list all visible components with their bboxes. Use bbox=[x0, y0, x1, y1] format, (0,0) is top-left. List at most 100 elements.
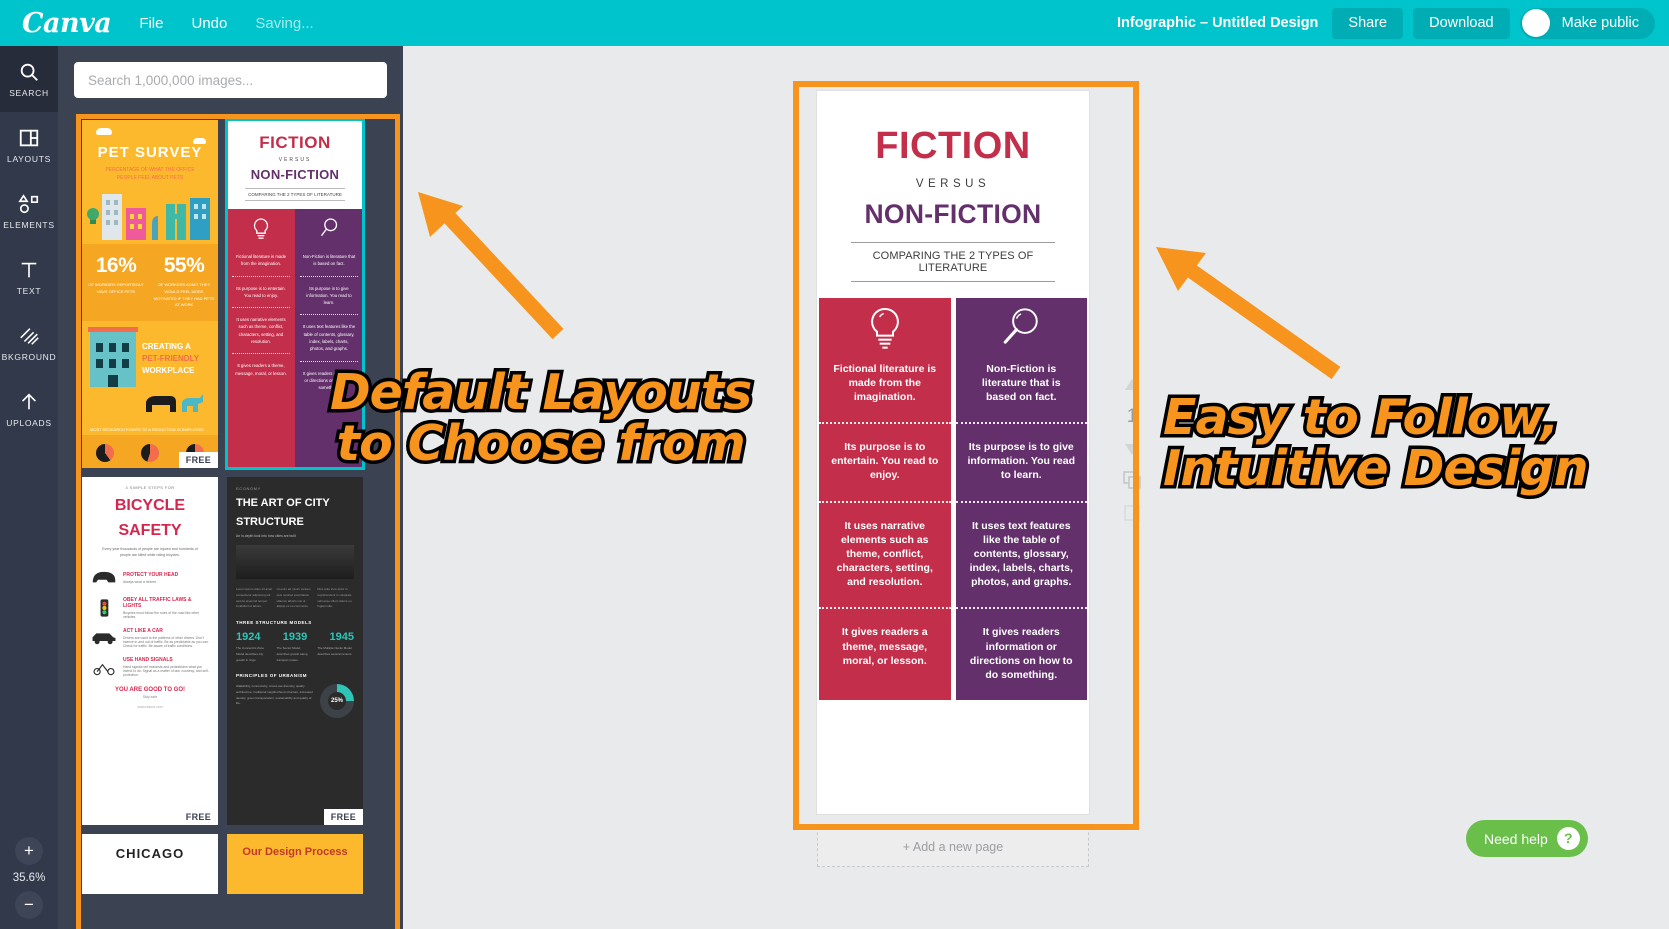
magnifier-icon bbox=[1003, 307, 1038, 344]
background-icon bbox=[20, 327, 39, 345]
sidebar-item-text[interactable]: TEXT bbox=[0, 244, 58, 310]
thumb-body-columns: Lorem ipsum dolor sit amet consectetur a… bbox=[236, 587, 354, 610]
footer-sub: Stay safe bbox=[142, 694, 158, 699]
sidebar-item-elements[interactable]: ELEMENTS bbox=[0, 178, 58, 244]
stat-value-2: 55% bbox=[163, 254, 205, 277]
title-versus[interactable]: VERSUS bbox=[833, 178, 1073, 190]
thumb-column-fiction: Fictional literature is made from the im… bbox=[227, 209, 295, 468]
layouts-panel: PET SURVEY PERCENTAGE OF WHAT THE OFFICE… bbox=[58, 46, 403, 929]
layout-thumb-pet-survey[interactable]: PET SURVEY PERCENTAGE OF WHAT THE OFFICE… bbox=[82, 120, 218, 468]
annotation-right-line2: Intuitive Design bbox=[1160, 439, 1592, 497]
menu-file[interactable]: File bbox=[139, 15, 163, 32]
avatar bbox=[1521, 9, 1550, 37]
layout-thumbnail-grid: PET SURVEY PERCENTAGE OF WHAT THE OFFICE… bbox=[82, 118, 394, 894]
search-icon bbox=[20, 63, 38, 81]
zoom-in-button[interactable]: + bbox=[15, 837, 43, 865]
left-rail: SEARCH LAYOUTS ELEMENTS TEXT BKGROUND UP… bbox=[0, 46, 58, 929]
share-button[interactable]: Share bbox=[1332, 7, 1404, 39]
subtitle-rule[interactable]: COMPARING THE 2 TYPES OF LITERATURE bbox=[851, 241, 1055, 282]
thumb-versus: VERSUS bbox=[278, 157, 312, 163]
need-help-button[interactable]: Need help ? bbox=[1466, 820, 1588, 857]
city-skyline-illustration bbox=[87, 194, 210, 240]
thumb-principles-body: Walkability, connectivity, mixed-use div… bbox=[236, 684, 354, 719]
zoom-out-button[interactable]: − bbox=[15, 891, 43, 919]
thumb-cell: Its purpose is to entertain. You read to… bbox=[232, 277, 290, 309]
thumb-header: ECONOMY bbox=[236, 486, 261, 491]
layout-thumb-design-process[interactable]: Our Design Process bbox=[227, 834, 363, 894]
thumb-subtitle: An in-depth look into how cities are bui… bbox=[236, 534, 296, 539]
menu-undo[interactable]: Undo bbox=[191, 15, 227, 32]
title-fiction[interactable]: FICTION bbox=[833, 127, 1073, 165]
cell-fiction-2: Its purpose is to entertain. You read to… bbox=[819, 422, 951, 501]
arrow-right bbox=[1156, 247, 1341, 380]
top-bar: Canva File Undo Saving... Infographic – … bbox=[0, 0, 1669, 46]
step-sub: Drivers are used to the patterns of othe… bbox=[123, 635, 209, 648]
annotation-left: Default Layouts to Choose from bbox=[326, 364, 755, 473]
lightbulb-icon-wrap bbox=[819, 298, 951, 360]
step-title: PROTECT YOUR HEAD bbox=[123, 571, 179, 578]
free-badge: FREE bbox=[178, 452, 218, 468]
make-public-button[interactable]: Make public bbox=[1519, 7, 1655, 39]
download-button[interactable]: Download bbox=[1413, 7, 1510, 39]
page-header: FICTION VERSUS NON-FICTION COMPARING THE… bbox=[817, 91, 1089, 292]
pet-section-title-2: PET-FRIENDLY bbox=[142, 354, 200, 364]
thumb-title: CHICAGO bbox=[115, 846, 185, 861]
zoom-controls: + 35.6% − bbox=[0, 837, 58, 919]
sidebar-item-uploads[interactable]: UPLOADS bbox=[0, 376, 58, 442]
thumb-section-title: THREE STRUCTURE MODELS bbox=[236, 620, 312, 626]
sidebar-label-search: SEARCH bbox=[9, 87, 49, 98]
body-col: Duis aute irure dolor in reprehenderit i… bbox=[317, 587, 352, 609]
question-mark-icon: ? bbox=[1556, 827, 1580, 850]
thumb-rule: COMPARING THE 2 TYPES OF LITERATURE bbox=[245, 188, 345, 201]
thumb-years: 1924 1939 1945 bbox=[236, 631, 354, 643]
search-wrapper bbox=[58, 46, 403, 108]
thumb-title-fiction: FICTION bbox=[259, 133, 331, 152]
duplicate-page-icon[interactable] bbox=[1122, 470, 1142, 490]
title-nonfiction[interactable]: NON-FICTION bbox=[833, 201, 1073, 228]
text-icon bbox=[21, 262, 37, 277]
step-title: OBEY ALL TRAFFIC LAWS & LIGHTS bbox=[123, 596, 192, 609]
design-page[interactable]: FICTION VERSUS NON-FICTION COMPARING THE… bbox=[817, 91, 1089, 814]
canva-logo[interactable]: Canva bbox=[22, 8, 112, 39]
circle-chart-icon bbox=[140, 444, 159, 462]
annotation-right-line1: Easy to Follow, bbox=[1159, 389, 1562, 447]
cell-nonfiction-3: It uses text features like the table of … bbox=[955, 500, 1087, 608]
thumb-intro: Every year thousands of people are injur… bbox=[102, 546, 198, 558]
thumb-footer: YOU ARE GOOD TO GO! Stay safe bbox=[91, 687, 209, 699]
free-badge: FREE bbox=[323, 809, 363, 825]
thumb-header: 4 SIMPLE STEPS FOR bbox=[125, 485, 175, 490]
step-sub: Bicycles must follow the rules of the ro… bbox=[123, 610, 200, 619]
sidebar-item-layouts[interactable]: LAYOUTS bbox=[0, 112, 58, 178]
thumb-cell: Non-Fiction is literature that is based … bbox=[300, 245, 358, 277]
cell-fiction-4: It gives readers a theme, message, moral… bbox=[819, 607, 951, 686]
add-new-page-button[interactable]: + Add a new page bbox=[817, 827, 1089, 867]
thumb-title-2: STRUCTURE bbox=[236, 515, 304, 528]
sidebar-label-text: TEXT bbox=[16, 285, 42, 296]
column-nonfiction[interactable]: Non-Fiction is literature that is based … bbox=[955, 297, 1087, 701]
thumb-cell: It uses narrative elements such as theme… bbox=[232, 308, 290, 355]
sidebar-label-layouts: LAYOUTS bbox=[7, 153, 51, 164]
stat-caption-2: OF WORKERS ADMIT THEY WOULD FEEL MORE MO… bbox=[153, 282, 215, 308]
thumb-title-nonfiction: NON-FICTION bbox=[250, 167, 340, 182]
layout-thumb-chicago[interactable]: CHICAGO bbox=[82, 834, 218, 894]
delete-page-icon[interactable] bbox=[1123, 504, 1141, 522]
search-input[interactable] bbox=[74, 62, 387, 98]
annotation-left-line1: Default Layouts bbox=[326, 364, 755, 422]
layout-thumb-bicycle-safety[interactable]: 4 SIMPLE STEPS FOR BICYCLE SAFETY Every … bbox=[82, 477, 218, 825]
sidebar-item-search[interactable]: SEARCH bbox=[0, 46, 58, 112]
year-desc: The Concentric Zone Model describes city… bbox=[236, 646, 265, 662]
dogs-illustration bbox=[146, 394, 203, 413]
thumb-site: www.reaure.com bbox=[137, 704, 163, 709]
column-fiction[interactable]: Fictional literature is made from the im… bbox=[819, 297, 951, 701]
move-up-icon[interactable] bbox=[1124, 378, 1140, 392]
cell-nonfiction-2: Its purpose is to give information. You … bbox=[955, 422, 1087, 501]
magnifier-icon bbox=[320, 218, 338, 237]
top-bar-right: Infographic – Untitled Design Share Down… bbox=[1117, 0, 1669, 46]
sidebar-item-background[interactable]: BKGROUND bbox=[0, 310, 58, 376]
year-desc: The Sector Model describes growth along … bbox=[276, 646, 308, 662]
move-down-icon[interactable] bbox=[1124, 442, 1140, 456]
thumb-title: PET SURVEY bbox=[97, 144, 203, 161]
sidebar-label-uploads: UPLOADS bbox=[6, 417, 52, 428]
layout-thumb-city-structure[interactable]: ECONOMY THE ART OF CITY STRUCTURE An in-… bbox=[227, 477, 363, 825]
safety-step: OBEY ALL TRAFFIC LAWS & LIGHTS Bicycles … bbox=[91, 597, 209, 619]
